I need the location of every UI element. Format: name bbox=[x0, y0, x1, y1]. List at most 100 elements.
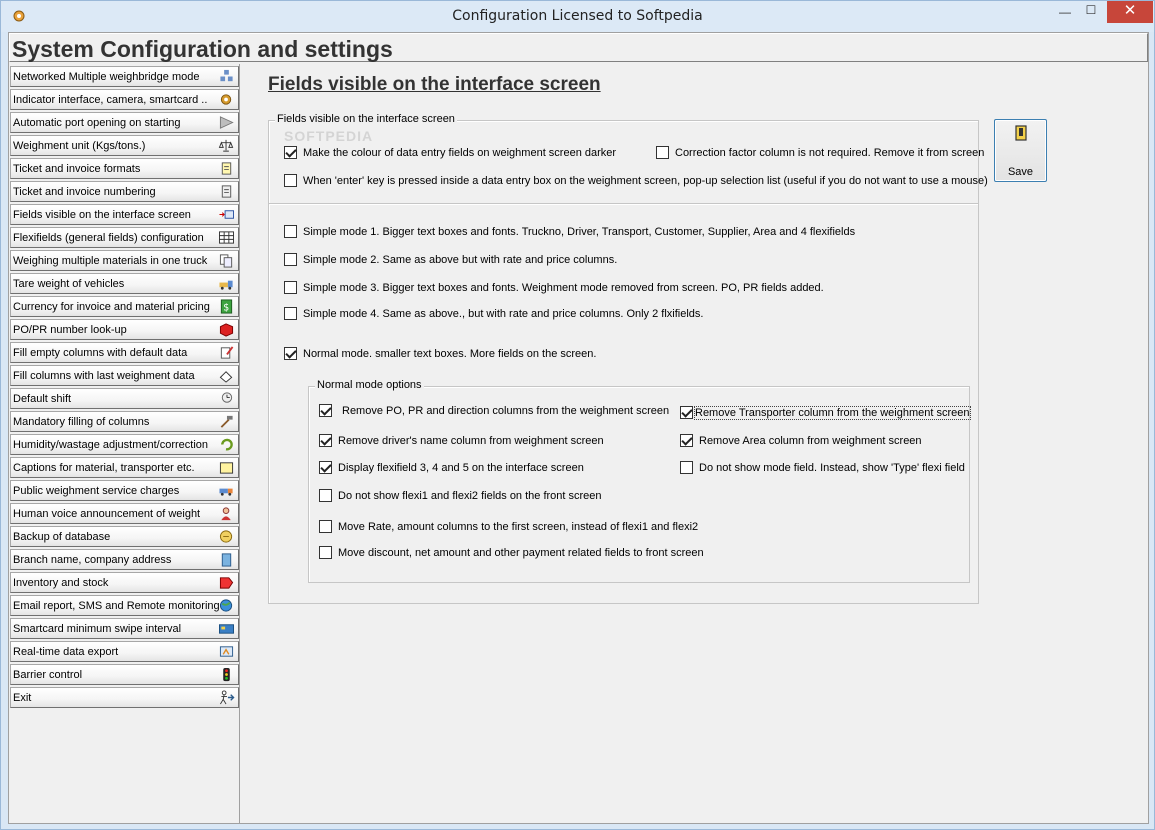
checkbox-box[interactable] bbox=[656, 146, 669, 159]
checkbox-label: Simple mode 3. Bigger text boxes and fon… bbox=[303, 281, 824, 294]
scale-icon bbox=[218, 139, 234, 152]
app-window: Configuration Licensed to Softpedia — ☐ … bbox=[0, 0, 1155, 830]
minimize-button[interactable]: — bbox=[1051, 5, 1079, 27]
checkbox-box[interactable] bbox=[284, 174, 297, 187]
sidebar-item-automatic-port-opening-on-starting[interactable]: Automatic port opening on starting bbox=[10, 112, 239, 133]
sidebar-item-ticket-and-invoice-numbering[interactable]: Ticket and invoice numbering bbox=[10, 181, 239, 202]
checkbox-box[interactable] bbox=[284, 347, 297, 360]
sidebar-item-public-weighment-service-charges[interactable]: Public weighment service charges bbox=[10, 480, 239, 501]
simple-mode-1-checkbox[interactable]: Simple mode 1. Bigger text boxes and fon… bbox=[284, 225, 855, 238]
sidebar-item-default-shift[interactable]: Default shift bbox=[10, 388, 239, 409]
checkbox-box[interactable] bbox=[319, 489, 332, 502]
sidebar-item-tare-weight-of-vehicles[interactable]: Tare weight of vehicles bbox=[10, 273, 239, 294]
checkbox-box[interactable] bbox=[284, 253, 297, 266]
sidebar-item-fill-empty-columns-with-default-data[interactable]: Fill empty columns with default data bbox=[10, 342, 239, 363]
export-icon bbox=[219, 646, 234, 657]
enter-popup-checkbox[interactable]: When 'enter' key is pressed inside a dat… bbox=[284, 174, 988, 187]
checkbox-box[interactable] bbox=[319, 520, 332, 533]
checkbox-label: Remove driver's name column from weighme… bbox=[338, 434, 604, 447]
simple-mode-2-checkbox[interactable]: Simple mode 2. Same as above but with ra… bbox=[284, 253, 617, 266]
sidebar-item-exit[interactable]: Exit bbox=[10, 687, 239, 708]
sidebar-item-email-report-sms-and-remote-monitoring[interactable]: Email report, SMS and Remote monitoring bbox=[10, 595, 239, 616]
checkbox-box[interactable] bbox=[284, 146, 297, 159]
remove-po-pr-checkbox[interactable]: Remove PO, PR and direction columns from… bbox=[319, 404, 669, 417]
hide-mode-field-checkbox[interactable]: Do not show mode field. Instead, show 'T… bbox=[680, 461, 965, 474]
sidebar-item-networked-multiple-weighbridge-mode[interactable]: Networked Multiple weighbridge mode bbox=[10, 66, 239, 87]
sidebar-item-fields-visible-on-the-interface-screen[interactable]: Fields visible on the interface screen bbox=[10, 204, 239, 225]
book-icon bbox=[219, 323, 234, 337]
checkbox-label: Remove PO, PR and direction columns from… bbox=[342, 404, 670, 417]
save-icon bbox=[1015, 125, 1027, 141]
service-truck-icon bbox=[219, 488, 233, 496]
remove-area-checkbox[interactable]: Remove Area column from weighment screen bbox=[680, 434, 922, 447]
sidebar-item-backup-of-database[interactable]: Backup of database bbox=[10, 526, 239, 547]
window-title: Configuration Licensed to Softpedia bbox=[452, 8, 703, 24]
sidebar-item-human-voice-announcement-of-weight[interactable]: Human voice announcement of weight bbox=[10, 503, 239, 524]
move-rate-amount-checkbox[interactable]: Move Rate, amount columns to the first s… bbox=[319, 520, 698, 533]
sidebar-item-humidity-wastage-adjustment-correction[interactable]: Humidity/wastage adjustment/correction bbox=[10, 434, 239, 455]
sidebar-item-real-time-data-export[interactable]: Real-time data export bbox=[10, 641, 239, 662]
arrow-window-icon bbox=[219, 210, 234, 219]
checkbox-box[interactable] bbox=[319, 404, 332, 417]
sidebar-item-currency-for-invoice-and-material-pricing[interactable]: Currency for invoice and material pricin… bbox=[10, 296, 239, 317]
network-icon bbox=[220, 69, 233, 82]
sidebar-item-mandatory-filling-of-columns[interactable]: Mandatory filling of columns bbox=[10, 411, 239, 432]
sidebar-item-label: Ticket and invoice numbering bbox=[13, 186, 156, 198]
sidebar-item-fill-columns-with-last-weighment-data[interactable]: Fill columns with last weighment data bbox=[10, 365, 239, 386]
sidebar-item-barrier-control[interactable]: Barrier control bbox=[10, 664, 239, 685]
checkbox-box[interactable] bbox=[680, 434, 693, 447]
maximize-button[interactable]: ☐ bbox=[1077, 3, 1105, 25]
simple-mode-3-checkbox[interactable]: Simple mode 3. Bigger text boxes and fon… bbox=[284, 281, 824, 294]
remove-driver-checkbox[interactable]: Remove driver's name column from weighme… bbox=[319, 434, 604, 447]
display-flexifield-checkbox[interactable]: Display flexifield 3, 4 and 5 on the int… bbox=[319, 461, 584, 474]
checkbox-box[interactable] bbox=[680, 461, 693, 474]
sidebar-item-weighment-unit-kgs-tons[interactable]: Weighment unit (Kgs/tons.) bbox=[10, 135, 239, 156]
sidebar-item-po-pr-number-look-up[interactable]: PO/PR number look-up bbox=[10, 319, 239, 340]
normal-mode-options-legend: Normal mode options bbox=[315, 379, 424, 391]
move-discount-checkbox[interactable]: Move discount, net amount and other paym… bbox=[319, 546, 704, 559]
darker-fields-checkbox[interactable]: Make the colour of data entry fields on … bbox=[284, 146, 616, 159]
sidebar-item-label: Real-time data export bbox=[13, 646, 119, 658]
sidebar-item-weighing-multiple-materials-in-one-truck[interactable]: Weighing multiple materials in one truck bbox=[10, 250, 239, 271]
sidebar-item-label: Indicator interface, camera, smartcard .… bbox=[13, 94, 208, 106]
header-bar: System Configuration and settings bbox=[9, 33, 1148, 62]
sidebar-item-label: Smartcard minimum swipe interval bbox=[13, 623, 182, 635]
close-button[interactable]: ✕ bbox=[1107, 1, 1153, 23]
sidebar-item-label: Weighing multiple materials in one truck bbox=[13, 255, 208, 267]
title-bar: Configuration Licensed to Softpedia — ☐ … bbox=[1, 1, 1154, 32]
sidebar: Networked Multiple weighbridge mode Indic… bbox=[9, 64, 240, 823]
hide-flexi1-flexi2-checkbox[interactable]: Do not show flexi1 and flexi2 fields on … bbox=[319, 489, 602, 502]
sidebar-item-smartcard-minimum-swipe-interval[interactable]: Smartcard minimum swipe interval bbox=[10, 618, 239, 639]
checkbox-box[interactable] bbox=[284, 281, 297, 294]
sidebar-item-branch-name-company-address[interactable]: Branch name, company address bbox=[10, 549, 239, 570]
checkbox-box[interactable] bbox=[319, 434, 332, 447]
checkbox-box[interactable] bbox=[680, 406, 693, 419]
checkbox-label: Simple mode 1. Bigger text boxes and fon… bbox=[303, 225, 856, 238]
checkbox-label: Make the colour of data entry fields on … bbox=[303, 146, 617, 159]
checkbox-label: Simple mode 4. Same as above., but with … bbox=[303, 307, 704, 320]
card-icon bbox=[219, 624, 234, 634]
sidebar-item-indicator-interface-camera-smartcard[interactable]: Indicator interface, camera, smartcard .… bbox=[10, 89, 239, 110]
correction-factor-checkbox[interactable]: Correction factor column is not required… bbox=[656, 146, 984, 159]
sidebar-item-label: Ticket and invoice formats bbox=[13, 163, 141, 175]
checkbox-label: Do not show mode field. Instead, show 'T… bbox=[699, 461, 965, 474]
checkbox-box[interactable] bbox=[284, 225, 297, 238]
save-button[interactable]: Save bbox=[994, 119, 1047, 182]
sidebar-item-label: Public weighment service charges bbox=[13, 485, 180, 497]
checkbox-box[interactable] bbox=[319, 546, 332, 559]
sidebar-item-inventory-and-stock[interactable]: Inventory and stock bbox=[10, 572, 239, 593]
simple-mode-4-checkbox[interactable]: Simple mode 4. Same as above., but with … bbox=[284, 307, 703, 320]
sidebar-item-label: Inventory and stock bbox=[13, 577, 109, 589]
sidebar-item-captions-for-material-transporter-etc[interactable]: Captions for material, transporter etc. bbox=[10, 457, 239, 478]
checkbox-box[interactable] bbox=[319, 461, 332, 474]
normal-mode-checkbox[interactable]: Normal mode. smaller text boxes. More fi… bbox=[284, 347, 596, 360]
truck-icon bbox=[219, 280, 233, 290]
checkbox-box[interactable] bbox=[284, 307, 297, 320]
inventory-icon bbox=[219, 577, 234, 589]
sidebar-item-label: Mandatory filling of columns bbox=[13, 416, 150, 428]
sidebar-item-ticket-and-invoice-formats[interactable]: Ticket and invoice formats bbox=[10, 158, 239, 179]
sidebar-item-flexifields-general-fields-configuration[interactable]: Flexifields (general fields) configurati… bbox=[10, 227, 239, 248]
gate-icon bbox=[219, 116, 234, 129]
checkbox-label: Normal mode. smaller text boxes. More fi… bbox=[303, 347, 597, 360]
remove-transporter-checkbox[interactable]: Remove Transporter column from the weigh… bbox=[680, 405, 971, 420]
